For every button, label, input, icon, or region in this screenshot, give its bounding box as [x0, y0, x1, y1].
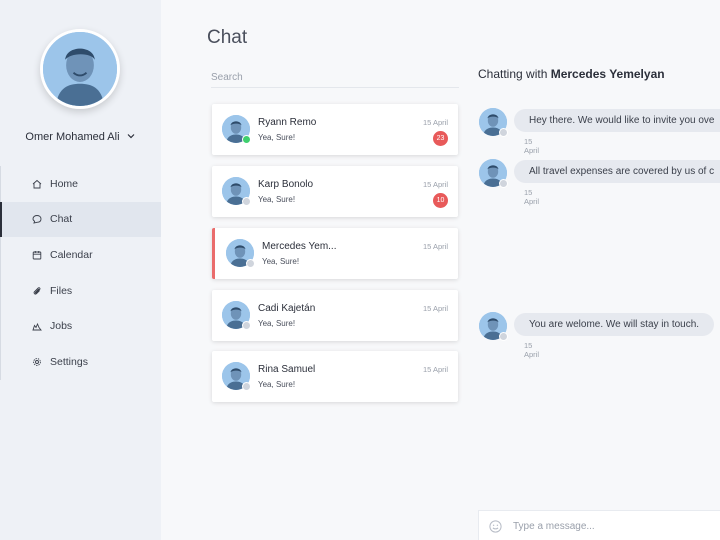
emoji-icon[interactable] — [489, 520, 502, 533]
message-bubble: You are welome. We will stay in touch. — [514, 313, 715, 336]
message-avatar — [479, 159, 508, 188]
offline-status-dot — [499, 179, 508, 188]
files-icon — [33, 286, 41, 295]
message-bubble: All travel expenses are covered by us of… — [514, 160, 720, 183]
contact-avatar — [222, 362, 251, 391]
offline-status-dot — [499, 332, 508, 341]
contact-card-ryann-remo[interactable]: Ryann Remo Yea, Sure! 15 April 23 — [212, 104, 458, 155]
message-input[interactable] — [513, 517, 713, 535]
contact-preview: Yea, Sure! — [258, 133, 296, 142]
conversation-prefix: Chatting with — [478, 67, 548, 81]
unread-badge: 23 — [433, 131, 448, 146]
jobs-icon — [32, 323, 42, 331]
nav-item-files[interactable]: Files — [1, 273, 161, 309]
home-icon — [32, 179, 42, 189]
nav-label: Files — [50, 284, 73, 297]
contact-name: Ryann Remo — [258, 117, 317, 128]
contact-date: 15 April — [422, 180, 448, 189]
contact-name: Mercedes Yem... — [262, 241, 337, 252]
nav-item-home[interactable]: Home — [1, 166, 161, 202]
contact-preview: Yea, Sure! — [262, 257, 300, 266]
contact-name: Cadi Kajetán — [258, 303, 316, 314]
contact-name: Rina Samuel — [258, 364, 316, 375]
offline-status-dot — [499, 128, 508, 137]
contact-avatar — [226, 239, 255, 268]
contact-name: Karp Bonolo — [258, 179, 314, 190]
contact-avatar — [222, 115, 251, 144]
calendar-icon — [32, 250, 42, 260]
conversation-title: Chatting with Mercedes Yemelyan — [478, 67, 665, 81]
user-avatar[interactable] — [40, 29, 120, 109]
message-date: 15 April — [524, 137, 540, 155]
search-input[interactable] — [211, 67, 459, 88]
nav-label: Settings — [50, 355, 88, 368]
message-bubble: Hey there. We would like to invite you o… — [514, 109, 720, 132]
nav-item-settings[interactable]: Settings — [1, 344, 161, 380]
contact-card-karp-bonolo[interactable]: Karp Bonolo Yea, Sure! 15 April 10 — [212, 166, 458, 217]
contact-preview: Yea, Sure! — [258, 380, 296, 389]
contact-card-rina-samuel[interactable]: Rina Samuel Yea, Sure! 15 April — [212, 351, 458, 402]
nav-label: Calendar — [50, 248, 93, 261]
nav-label: Jobs — [50, 320, 73, 333]
settings-icon — [33, 357, 41, 366]
sidebar-nav: Home Chat Calendar Files Jobs Settings — [0, 166, 161, 380]
user-avatar-image — [43, 32, 117, 106]
contact-preview: Yea, Sure! — [258, 319, 296, 328]
conversation-contact-name: Mercedes Yemelyan — [550, 67, 665, 81]
message-date: 15 April — [524, 188, 540, 206]
sidebar: Omer Mohamed Ali Home Chat Calendar File… — [0, 0, 161, 540]
offline-status-dot — [242, 197, 251, 206]
contact-date: 15 April — [422, 118, 448, 127]
nav-label: Chat — [50, 213, 73, 226]
contact-preview: Yea, Sure! — [258, 195, 296, 204]
offline-status-dot — [246, 259, 255, 268]
nav-item-chat[interactable]: Chat — [0, 201, 161, 238]
message-date: 15 April — [524, 341, 540, 359]
nav-label: Home — [50, 177, 79, 190]
page-title: Chat — [207, 27, 248, 48]
user-menu[interactable]: Omer Mohamed Ali — [0, 131, 161, 143]
chat-icon — [32, 215, 42, 225]
online-status-dot — [242, 135, 251, 144]
nav-item-jobs[interactable]: Jobs — [1, 308, 161, 344]
contact-date: 15 April — [422, 365, 448, 374]
offline-status-dot — [242, 321, 251, 330]
chevron-down-icon — [127, 134, 135, 139]
unread-badge: 10 — [433, 193, 448, 208]
nav-item-calendar[interactable]: Calendar — [1, 237, 161, 273]
contact-card-cadi-kajetan[interactable]: Cadi Kajetán Yea, Sure! 15 April — [212, 290, 458, 341]
contact-card-mercedes-yemelyan[interactable]: Mercedes Yem... Yea, Sure! 15 April — [212, 228, 458, 279]
contact-date: 15 April — [422, 242, 448, 251]
contact-avatar — [222, 301, 251, 330]
user-name: Omer Mohamed Ali — [25, 131, 120, 143]
message-avatar — [479, 312, 508, 341]
message-composer — [478, 510, 720, 540]
message-avatar — [479, 108, 508, 137]
offline-status-dot — [242, 382, 251, 391]
contact-date: 15 April — [422, 304, 448, 313]
contact-avatar — [222, 177, 251, 206]
